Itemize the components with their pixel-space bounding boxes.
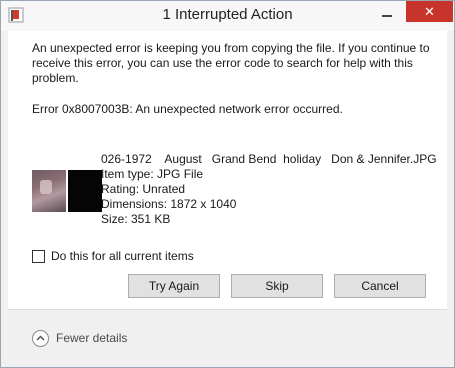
- close-button[interactable]: ✕: [406, 1, 453, 22]
- skip-button[interactable]: Skip: [231, 274, 323, 298]
- photo-preview: [32, 170, 66, 212]
- chevron-up-icon[interactable]: [32, 330, 49, 347]
- error-message: An unexpected error is keeping you from …: [32, 41, 430, 85]
- dialog-content: An unexpected error is keeping you from …: [8, 31, 447, 309]
- file-rating: Rating: Unrated: [101, 182, 186, 196]
- footer-divider: [8, 309, 447, 310]
- file-type: Item type: JPG File: [101, 167, 204, 181]
- apply-to-all-label[interactable]: Do this for all current items: [51, 249, 194, 263]
- minimize-button[interactable]: [378, 7, 396, 21]
- file-details: 026-1972 August Grand Bend holiday Don &…: [101, 152, 437, 227]
- error-dialog-window: 1 Interrupted Action ✕ An unexpected err…: [0, 0, 455, 368]
- file-name: 026-1972 August Grand Bend holiday Don &…: [101, 152, 437, 166]
- dialog-footer: Fewer details: [1, 309, 454, 367]
- file-thumbnail: [32, 170, 102, 212]
- photo-preview-dark: [68, 170, 102, 212]
- try-again-button[interactable]: Try Again: [128, 274, 220, 298]
- fewer-details-label[interactable]: Fewer details: [56, 331, 127, 345]
- file-dimensions: Dimensions: 1872 x 1040: [101, 197, 237, 211]
- cancel-button[interactable]: Cancel: [334, 274, 426, 298]
- error-code-line: Error 0x8007003B: An unexpected network …: [32, 102, 343, 116]
- title-bar[interactable]: 1 Interrupted Action ✕: [1, 1, 454, 31]
- file-size: Size: 351 KB: [101, 212, 171, 226]
- apply-to-all-checkbox[interactable]: [32, 250, 45, 263]
